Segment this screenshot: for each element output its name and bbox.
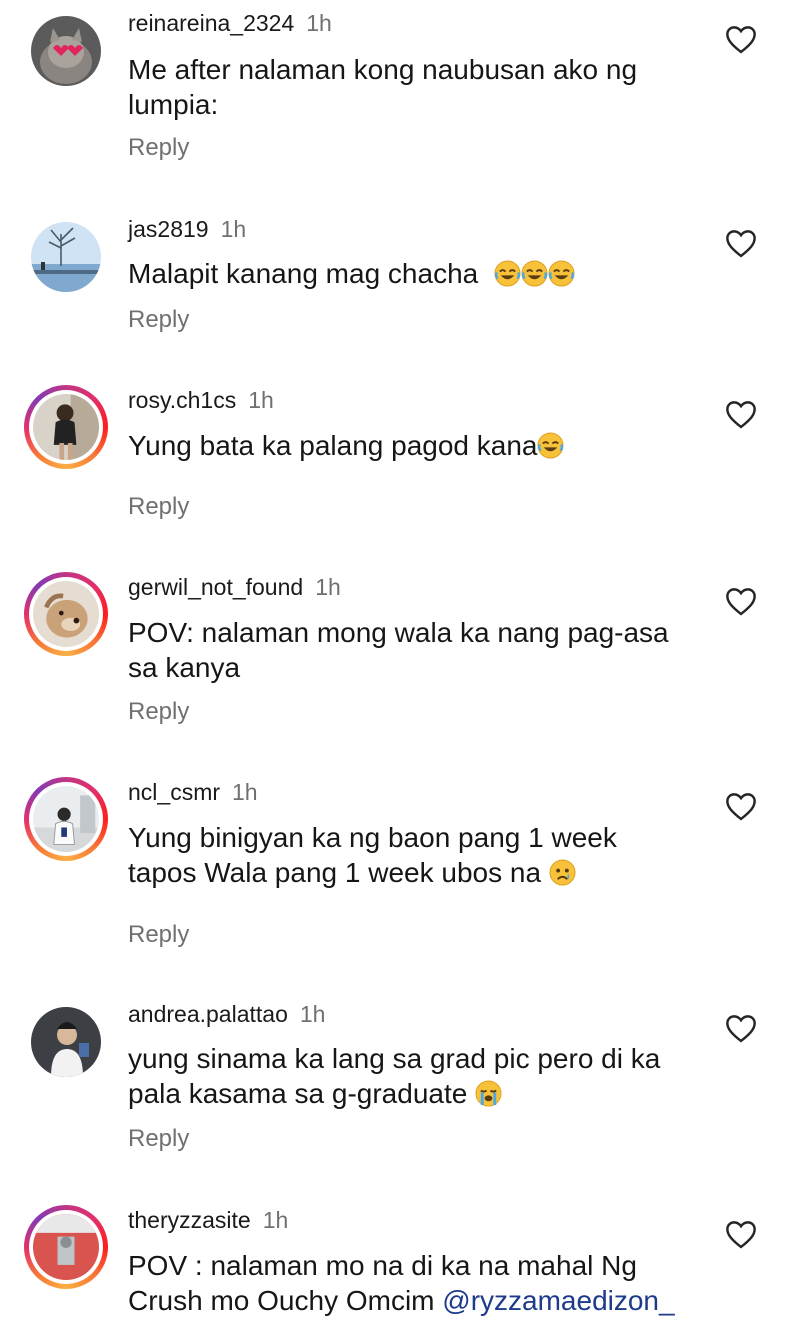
face-with-tears-of-joy-icon <box>537 432 565 459</box>
comment-time: 1h <box>315 574 341 600</box>
comment-item: rosy.ch1cs 1h Yung bata ka palang pagod k… <box>0 385 800 535</box>
avatar[interactable] <box>31 222 101 292</box>
comment-text: Me after nalaman kong naubusan ako ng lu… <box>128 54 638 120</box>
comment-username[interactable]: reinareina_2324 <box>128 10 294 36</box>
reply-button[interactable]: Reply <box>128 306 189 334</box>
heart-outline-icon[interactable] <box>724 24 758 54</box>
reply-button[interactable]: Reply <box>128 134 189 162</box>
comment-item: theryzzasite 1h POV : nalaman mo na di ka… <box>0 1205 800 1320</box>
face-with-tears-of-joy-icon <box>494 260 521 287</box>
reply-button[interactable]: Reply <box>128 1125 189 1153</box>
avatar[interactable] <box>24 777 108 861</box>
mention-link[interactable]: @ryzzamaedizon_ <box>442 1285 674 1316</box>
comment-username[interactable]: gerwil_not_found <box>128 574 303 600</box>
comment-username[interactable]: theryzzasite <box>128 1207 251 1233</box>
avatar[interactable] <box>31 16 101 86</box>
comment-text: yung sinama ka lang sa grad pic pero di … <box>128 1043 661 1109</box>
comment-time: 1h <box>299 1001 326 1027</box>
reply-button[interactable]: Reply <box>128 493 189 521</box>
comment-time: 1h <box>232 779 258 805</box>
comment-username[interactable]: rosy.ch1cs <box>128 387 236 413</box>
heart-outline-icon[interactable] <box>724 399 758 429</box>
comment-item: ncl_csmr 1h Yung binigyan ka ng baon pang… <box>0 777 800 967</box>
face-with-tears-of-joy-icon <box>521 260 548 287</box>
heart-outline-icon[interactable] <box>724 1013 758 1043</box>
avatar[interactable] <box>24 572 108 656</box>
crying-face-icon <box>549 859 576 886</box>
heart-outline-icon[interactable] <box>724 791 758 821</box>
heart-outline-icon[interactable] <box>724 586 758 616</box>
comment-text: Yung bata ka palang pagod kana <box>128 428 728 463</box>
reply-button[interactable]: Reply <box>128 921 189 949</box>
comment-username[interactable]: andrea.palattao <box>128 1001 288 1027</box>
reply-button[interactable]: Reply <box>128 698 189 726</box>
comment-text: Malapit kanang mag chacha <box>128 256 728 291</box>
comment-text: POV: nalaman mong wala ka nang pag-asa s… <box>128 617 669 683</box>
comment-username[interactable]: ncl_csmr <box>128 779 220 805</box>
comment-item: jas2819 1h Malapit kanang mag chacha Repl… <box>0 214 800 354</box>
avatar[interactable] <box>24 385 108 469</box>
comment-time: 1h <box>306 10 332 36</box>
heart-outline-icon[interactable] <box>724 228 758 258</box>
comment-time: 1h <box>220 216 247 242</box>
comment-text: Yung binigyan ka ng baon pang 1 week tap… <box>128 822 617 888</box>
avatar[interactable] <box>31 1007 101 1077</box>
avatar[interactable] <box>24 1205 108 1289</box>
comment-text: POV : nalaman mo na di ka na mahal Ng Cr… <box>128 1250 675 1316</box>
comment-item: andrea.palattao 1h yung sinama ka lang sa… <box>0 999 800 1169</box>
face-with-tears-of-joy-icon <box>548 260 575 287</box>
comment-item: reinareina_2324 1h Me after nalaman kong … <box>0 8 800 178</box>
heart-outline-icon[interactable] <box>724 1219 758 1249</box>
comment-username[interactable]: jas2819 <box>128 216 209 242</box>
comment-item: gerwil_not_found 1h POV: nalaman mong wal… <box>0 572 800 742</box>
loudly-crying-face-icon <box>475 1080 502 1107</box>
comment-time: 1h <box>262 1207 289 1233</box>
comment-time: 1h <box>248 387 274 413</box>
